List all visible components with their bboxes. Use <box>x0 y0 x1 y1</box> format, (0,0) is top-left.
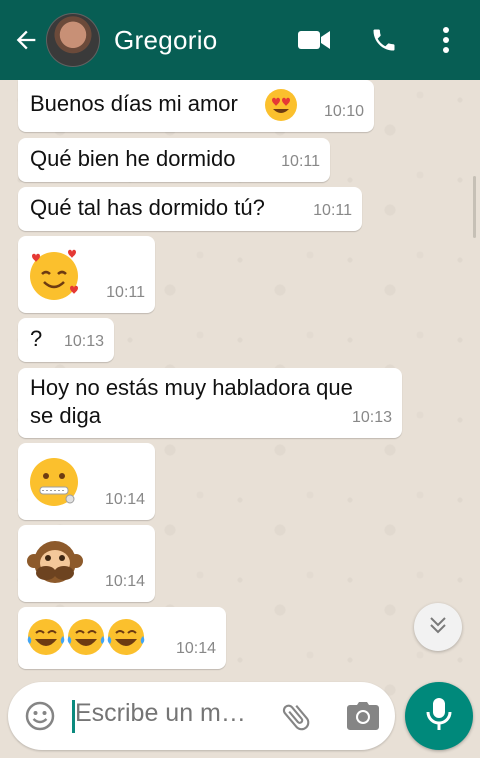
message-bubble[interactable]: Buenos días mi amor 10:10 <box>18 80 374 132</box>
double-chevron-down-icon <box>427 614 449 641</box>
more-vert-icon[interactable] <box>422 16 470 64</box>
message-time: 10:10 <box>323 103 364 120</box>
contact-name[interactable]: Gregorio <box>114 25 218 56</box>
heart-eyes-emoji <box>264 88 298 122</box>
message-time: 10:11 <box>313 202 352 219</box>
message-time: 10:14 <box>104 573 145 590</box>
message-time: 10:13 <box>63 333 104 350</box>
microphone-icon <box>424 696 454 737</box>
message-text-line2: se diga <box>30 403 101 428</box>
smiley-icon[interactable] <box>24 700 56 737</box>
message-bubble[interactable]: ? 10:13 <box>18 318 114 362</box>
message-input[interactable] <box>75 699 255 728</box>
zipper-mouth-emoji <box>28 455 82 509</box>
mic-button[interactable] <box>405 682 473 750</box>
message-time: 10:11 <box>106 284 145 301</box>
chat-header: Gregorio <box>0 0 480 80</box>
message-time: 10:11 <box>281 153 320 170</box>
message-bubble[interactable]: Qué tal has dormido tú? 10:11 <box>18 187 362 231</box>
phone-icon[interactable] <box>360 16 408 64</box>
message-time: 10:14 <box>104 491 145 508</box>
message-text: Qué bien he dormido <box>30 146 236 171</box>
smiling-face-with-hearts-emoji <box>28 248 82 302</box>
paperclip-icon[interactable] <box>279 700 313 739</box>
message-bubble[interactable]: Hoy no estás muy habladora que se diga 1… <box>18 368 402 438</box>
scroll-down-button[interactable] <box>414 603 462 651</box>
message-bubble[interactable]: 10:14 <box>18 607 226 669</box>
speak-no-evil-monkey-emoji <box>26 535 84 593</box>
tears-of-joy-emoji <box>26 617 146 664</box>
message-bubble[interactable]: Qué bien he dormido 10:11 <box>18 138 330 182</box>
message-text: Buenos días mi amor <box>30 91 238 116</box>
message-bubble[interactable]: 10:11 <box>18 236 155 313</box>
message-time: 10:13 <box>351 409 392 426</box>
message-time: 10:14 <box>175 640 216 657</box>
camera-icon[interactable] <box>346 700 380 737</box>
message-composer <box>8 682 395 750</box>
scrollbar[interactable] <box>473 176 476 238</box>
arrow-left-icon[interactable] <box>6 20 46 60</box>
avatar[interactable] <box>46 13 100 67</box>
message-text: ? <box>30 326 43 351</box>
message-text: Qué tal has dormido tú? <box>30 195 265 220</box>
message-text-line1: Hoy no estás muy habladora que <box>30 375 353 400</box>
message-bubble[interactable]: 10:14 <box>18 443 155 520</box>
video-call-icon[interactable] <box>290 16 338 64</box>
message-bubble[interactable]: 10:14 <box>18 525 155 602</box>
